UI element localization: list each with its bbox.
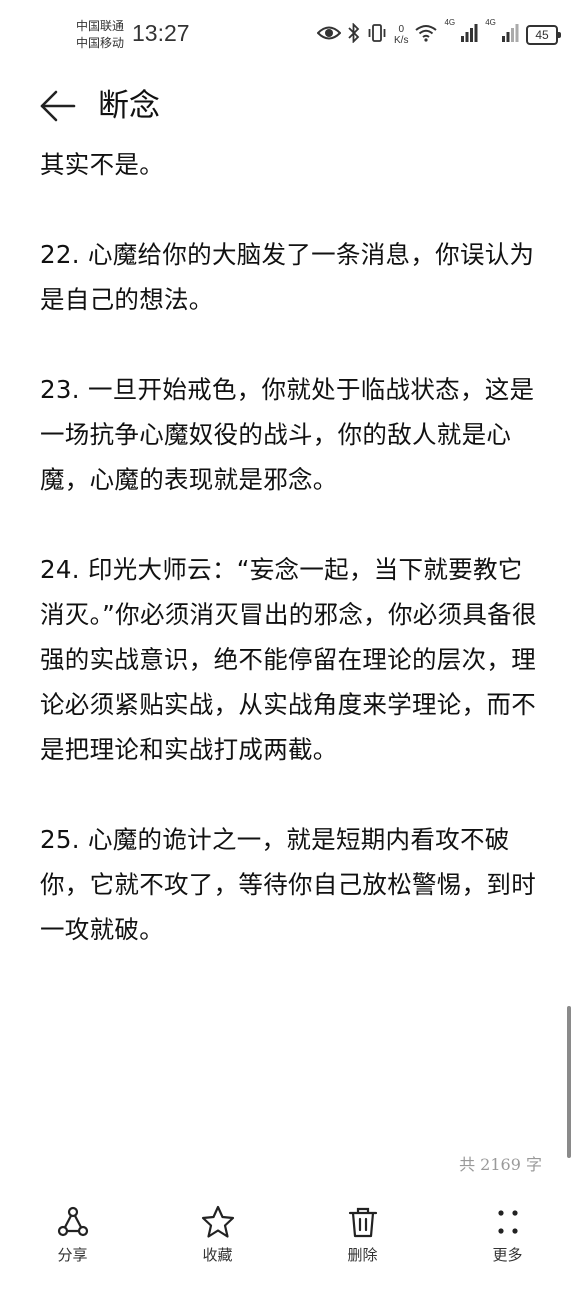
page-title: 断念 [98, 88, 160, 124]
bottom-toolbar: 分享 收藏 删除 更多 [0, 1205, 580, 1289]
delete-button[interactable]: 删除 [290, 1205, 435, 1289]
trash-icon [343, 1205, 383, 1239]
word-count: 共 2169 字 [459, 1155, 542, 1174]
favorite-label: 收藏 [202, 1246, 233, 1264]
net-speed-unit: K/s [394, 35, 409, 46]
vibrate-icon [367, 23, 387, 47]
paragraph: 23. 一旦开始戒色，你就处于临战状态，这是一场抗争心魔奴役的战斗，你的敌人就是… [40, 375, 535, 494]
carrier-2: 中国移动 [76, 36, 125, 50]
status-bar: 中国联通 中国移动 13:27 0 K/s 4G 4G 45 [0, 0, 580, 70]
carrier-info: 中国联通 中国移动 [76, 18, 124, 52]
battery-icon: 45 [526, 25, 561, 45]
paragraph: 25. 心魔的诡计之一，就是短期内看攻不破你，它就不攻了，等待你自己放松警惕，到… [40, 825, 536, 944]
bluetooth-icon [348, 22, 360, 47]
scrollbar-thumb[interactable] [567, 1006, 571, 1158]
back-arrow-icon [40, 90, 76, 122]
signal-icon-1: 4G [444, 18, 478, 46]
carrier-1: 中国联通 [76, 19, 125, 33]
wifi-icon [415, 24, 438, 46]
share-button[interactable]: 分享 [0, 1205, 145, 1289]
more-label: 更多 [492, 1246, 523, 1264]
paragraph: 其实不是。 [40, 150, 164, 179]
header: 断念 [0, 78, 580, 134]
more-button[interactable]: 更多 [435, 1205, 580, 1289]
net-speed-value: 0 [398, 24, 405, 35]
signal-2-label: 4G [485, 18, 496, 27]
eye-icon [316, 25, 342, 45]
back-button[interactable] [38, 86, 78, 126]
favorite-button[interactable]: 收藏 [145, 1205, 290, 1289]
paragraph: 24. 印光大师云：“妄念一起，当下就要教它消灭。”你必须消灭冒出的邪念，你必须… [40, 555, 537, 764]
more-dots-icon [488, 1205, 528, 1239]
net-speed: 0 K/s [394, 24, 408, 46]
share-label: 分享 [57, 1246, 88, 1264]
star-icon [198, 1205, 238, 1239]
clock: 13:27 [132, 20, 190, 46]
share-icon [53, 1205, 93, 1239]
signal-icon-2: 4G [485, 18, 519, 46]
note-content: 其实不是。 22. 心魔给你的大脑发了一条消息，你误认为是自己的想法。 23. … [40, 142, 540, 997]
status-icons: 0 K/s 4G 4G 45 [316, 18, 561, 48]
signal-1-label: 4G [444, 18, 456, 27]
delete-label: 删除 [347, 1246, 378, 1264]
paragraph: 22. 心魔给你的大脑发了一条消息，你误认为是自己的想法。 [40, 240, 535, 314]
